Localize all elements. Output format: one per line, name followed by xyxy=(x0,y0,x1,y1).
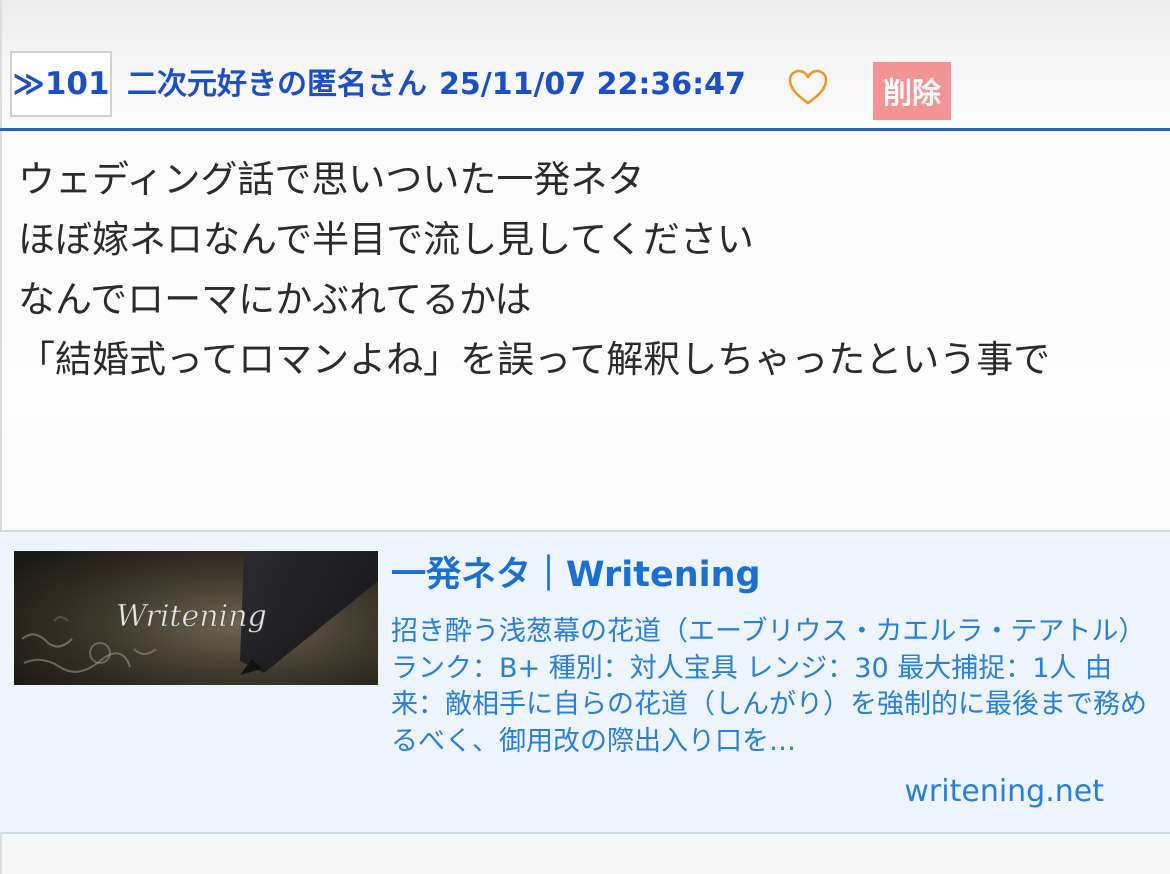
post-meta: 二次元好きの匿名さん 25/11/07 22:36:47 xyxy=(127,62,746,108)
heart-icon[interactable] xyxy=(786,66,830,110)
post-body-text: ウェディング話で思いついた一発ネタ ほぼ嫁ネロなんで半目で流し見してください な… xyxy=(18,158,1051,381)
reply-anchor-button[interactable]: ≫101 xyxy=(10,51,112,117)
delete-button[interactable]: 削除 xyxy=(873,62,951,120)
thumbnail-wordmark: Writening xyxy=(116,599,267,634)
header-divider xyxy=(0,128,1170,131)
link-preview-card[interactable]: Writening 一発ネタ｜Writening 招き酔う浅葱幕の花道（エーブリ… xyxy=(0,530,1170,834)
link-card-domain: writening.net xyxy=(904,774,1104,809)
post-datetime: 25/11/07 22:36:47 xyxy=(439,67,746,102)
link-thumbnail-image: Writening xyxy=(14,551,378,685)
link-card-title[interactable]: 一発ネタ｜Writening xyxy=(391,550,761,600)
link-card-description: 招き酔う浅葱幕の花道（エーブリウス・カエルラ・テアトル） ランク：B+ 種別：対… xyxy=(391,616,1147,757)
author-name: 二次元好きの匿名さん xyxy=(127,67,427,102)
post-header: ≫101 二次元好きの匿名さん 25/11/07 22:36:47 削除 xyxy=(0,0,1170,131)
